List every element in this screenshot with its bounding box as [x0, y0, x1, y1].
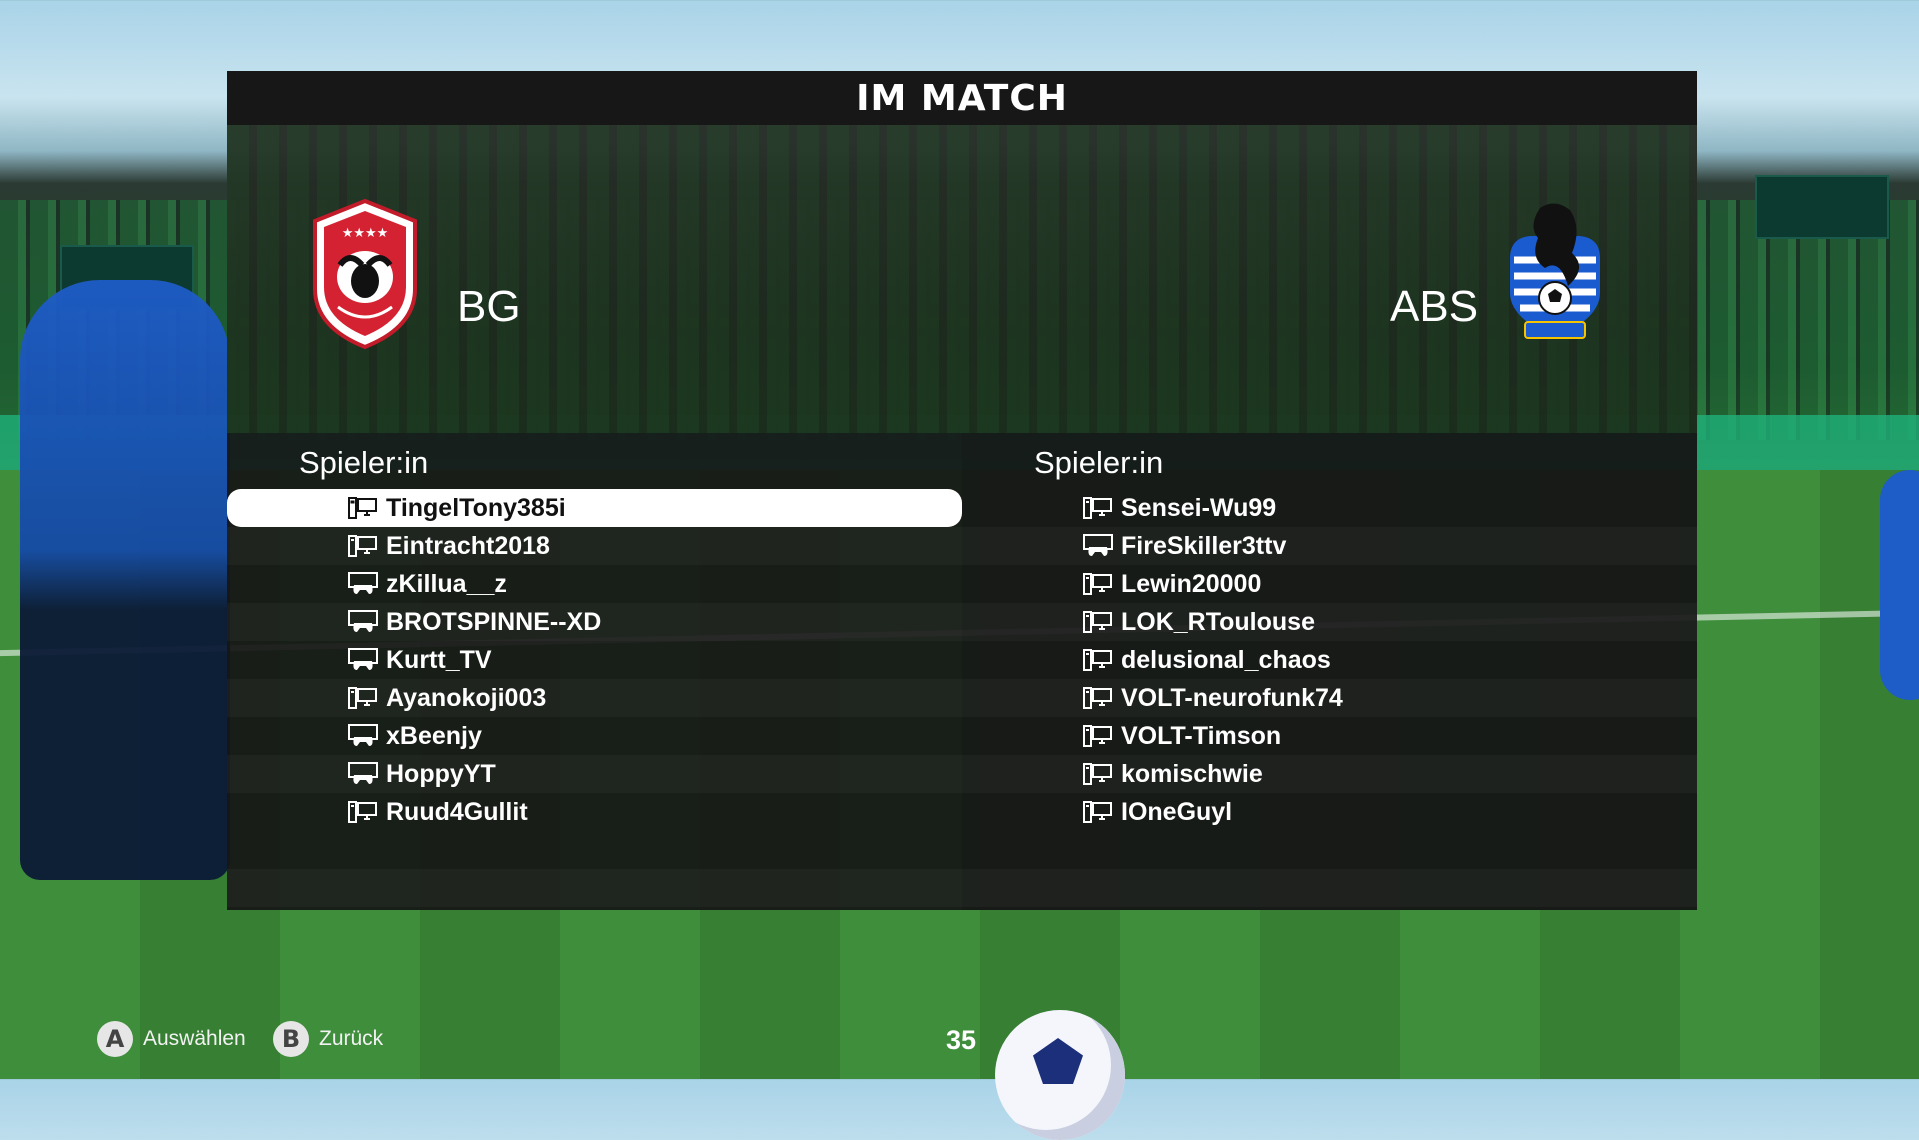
player-name: Ruud4Gullit [386, 797, 528, 826]
pc-icon [348, 686, 378, 710]
back-hint[interactable]: B Zurück [273, 1021, 383, 1057]
teams-banner: ★★★★ BG ABS [227, 125, 1697, 433]
pc-icon [1083, 762, 1113, 786]
home-player-row[interactable]: zKillua__z [227, 565, 962, 603]
player-name: Lewin20000 [1121, 569, 1262, 598]
player-name: VOLT-neurofunk74 [1121, 683, 1343, 712]
player-name: delusional_chaos [1121, 645, 1331, 674]
player-name: BROTSPINNE--XD [386, 607, 602, 636]
player-name: Ayanokoji003 [386, 683, 547, 712]
console-icon [1083, 534, 1113, 558]
away-player-list: Spieler:in Sensei-Wu99 FireSkiller3ttv Lew… [962, 433, 1697, 910]
buffalo-crest-icon: ★★★★ [313, 199, 417, 349]
away-player-row[interactable]: LOK_RToulouse [962, 603, 1697, 641]
away-column-header: Spieler:in [1034, 445, 1164, 480]
home-player-row[interactable]: BROTSPINNE--XD [227, 603, 962, 641]
pc-icon [1083, 610, 1113, 634]
pc-icon [1083, 724, 1113, 748]
page-title: IM MATCH [856, 77, 1068, 119]
away-player-row[interactable]: VOLT-neurofunk74 [962, 679, 1697, 717]
player-name: LOK_RToulouse [1121, 607, 1315, 636]
player-name: IOneGuyl [1121, 797, 1233, 826]
home-player-row[interactable]: Ruud4Gullit [227, 793, 962, 831]
b-button-icon: B [273, 1021, 309, 1057]
player-columns: Spieler:in TingelTony385i Eintracht2018 zK… [227, 433, 1697, 910]
empty-row [227, 831, 962, 869]
console-icon [348, 610, 378, 634]
empty-row [962, 831, 1697, 869]
pc-icon [1083, 496, 1113, 520]
empty-row [227, 869, 962, 907]
pc-icon [1083, 572, 1113, 596]
pc-icon [1083, 686, 1113, 710]
a-button-icon: A [97, 1021, 133, 1057]
empty-row [962, 869, 1697, 907]
away-player-row[interactable]: FireSkiller3ttv [962, 527, 1697, 565]
player-name: Kurtt_TV [386, 645, 492, 674]
player-name: TingelTony385i [386, 493, 566, 522]
home-player-row[interactable]: TingelTony385i [227, 489, 962, 527]
football [995, 1010, 1125, 1140]
banner-right [1755, 175, 1889, 239]
player-silhouette-right [1880, 470, 1919, 700]
match-panel: IM MATCH ★★★★ BG ABS Spieler:in TingelTo [227, 71, 1697, 910]
pc-icon [1083, 800, 1113, 824]
bear-crest-icon [1510, 203, 1600, 339]
home-player-row[interactable]: HoppyYT [227, 755, 962, 793]
away-player-row[interactable]: IOneGuyl [962, 793, 1697, 831]
away-player-row[interactable]: delusional_chaos [962, 641, 1697, 679]
match-counter: 35 [946, 1025, 977, 1055]
away-player-row[interactable]: komischwie [962, 755, 1697, 793]
pc-icon [348, 800, 378, 824]
player-silhouette-left [20, 280, 230, 880]
console-icon [348, 762, 378, 786]
player-name: FireSkiller3ttv [1121, 531, 1287, 560]
home-player-row[interactable]: Eintracht2018 [227, 527, 962, 565]
player-name: VOLT-Timson [1121, 721, 1282, 750]
player-name: Sensei-Wu99 [1121, 493, 1277, 522]
away-player-row[interactable]: Lewin20000 [962, 565, 1697, 603]
select-hint[interactable]: A Auswählen [97, 1021, 246, 1057]
home-player-list: Spieler:in TingelTony385i Eintracht2018 zK… [227, 433, 962, 910]
console-icon [348, 648, 378, 672]
home-player-row[interactable]: xBeenjy [227, 717, 962, 755]
console-icon [348, 572, 378, 596]
svg-text:★★★★: ★★★★ [342, 226, 389, 241]
home-column-header: Spieler:in [299, 445, 429, 480]
panel-header: IM MATCH [227, 71, 1697, 125]
player-name: zKillua__z [386, 569, 507, 598]
player-name: Eintracht2018 [386, 531, 550, 560]
select-label: Auswählen [143, 1027, 246, 1050]
home-team-name: BG [457, 282, 521, 331]
away-player-row[interactable]: VOLT-Timson [962, 717, 1697, 755]
away-player-row[interactable]: Sensei-Wu99 [962, 489, 1697, 527]
player-name: komischwie [1121, 759, 1263, 788]
away-team-name: ABS [1390, 282, 1479, 331]
pc-icon [1083, 648, 1113, 672]
player-name: HoppyYT [386, 759, 496, 788]
player-name: xBeenjy [386, 721, 482, 750]
pc-icon [348, 496, 378, 520]
home-player-row[interactable]: Ayanokoji003 [227, 679, 962, 717]
home-player-row[interactable]: Kurtt_TV [227, 641, 962, 679]
back-label: Zurück [319, 1027, 384, 1050]
pc-icon [348, 534, 378, 558]
console-icon [348, 724, 378, 748]
